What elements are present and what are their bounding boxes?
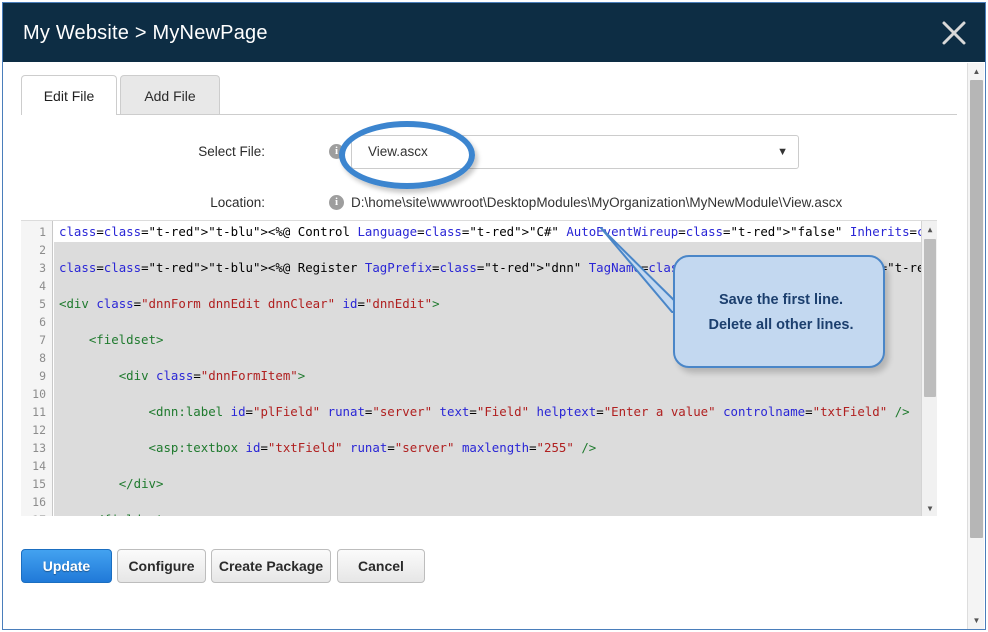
editor-code-line: <fieldset> (59, 331, 163, 349)
screen-root: My Website > MyNewPage Edit File Add Fil… (0, 0, 988, 632)
editor-line-number: 15 (32, 475, 46, 493)
editor-line-number: 10 (32, 385, 46, 403)
editor-code-line: <div class="dnnForm dnnEdit dnnClear" id… (59, 295, 440, 313)
editor-line-number: 13 (32, 439, 46, 457)
configure-button[interactable]: Configure (117, 549, 206, 583)
location-info-icon[interactable]: i (329, 195, 344, 210)
select-file-info-icon[interactable]: i (329, 144, 344, 159)
breadcrumb-title: My Website > MyNewPage (23, 22, 268, 45)
page-scroll-down-arrow-icon[interactable]: ▼ (968, 612, 985, 629)
editor-gutter: 1234567891011121314151617 (21, 221, 53, 516)
editor-code-line: <div class="dnnFormItem"> (59, 367, 305, 385)
update-button[interactable]: Update (21, 549, 112, 583)
location-path: D:\home\site\wwwroot\DesktopModules\MyOr… (351, 195, 842, 210)
editor-line-number: 17 (32, 511, 46, 516)
code-editor[interactable]: 1234567891011121314151617 class=class="t… (21, 220, 937, 516)
tab-edit-file-label: Edit File (44, 88, 95, 104)
create-package-button[interactable]: Create Package (211, 549, 331, 583)
editor-line-number: 4 (39, 277, 46, 295)
tabstrip-divider (21, 114, 957, 115)
close-icon[interactable] (937, 16, 971, 50)
editor-scroll-thumb[interactable] (924, 239, 936, 397)
editor-code-line: class=class="t-red">"t-blu"><%@ Register… (59, 259, 937, 277)
editor-line-number: 11 (32, 403, 46, 421)
edit-file-modal: My Website > MyNewPage Edit File Add Fil… (2, 2, 986, 630)
update-button-label: Update (43, 558, 90, 574)
editor-scroll-up-arrow-icon[interactable]: ▲ (922, 221, 937, 238)
page-scrollbar[interactable]: ▲ ▼ (967, 63, 984, 629)
tab-add-file-label: Add File (144, 88, 195, 104)
select-file-value: View.ascx (368, 144, 428, 159)
editor-line-number: 8 (39, 349, 46, 367)
editor-line-number: 1 (39, 223, 46, 241)
editor-line-number: 6 (39, 313, 46, 331)
editor-line-number: 3 (39, 259, 46, 277)
editor-line-number: 5 (39, 295, 46, 313)
editor-line-number: 2 (39, 241, 46, 259)
editor-line-number: 14 (32, 457, 46, 475)
select-file-label: Select File: (193, 144, 265, 159)
modal-titlebar: My Website > MyNewPage (3, 3, 985, 62)
configure-button-label: Configure (128, 558, 194, 574)
editor-line-number: 9 (39, 367, 46, 385)
editor-scrollbar[interactable]: ▲ ▼ (921, 221, 937, 516)
tabstrip: Edit File Add File (21, 75, 957, 115)
page-scroll-up-arrow-icon[interactable]: ▲ (968, 63, 985, 80)
location-label: Location: (193, 195, 265, 210)
editor-code-line: </div> (59, 475, 163, 493)
modal-body: Edit File Add File Select File: i View.a… (3, 62, 985, 630)
editor-line-number: 7 (39, 331, 46, 349)
tab-edit-file[interactable]: Edit File (21, 75, 117, 115)
chevron-down-icon: ▼ (777, 148, 788, 157)
editor-code-line: </fieldset> (59, 511, 171, 516)
editor-code-pane[interactable]: class=class="t-red">"t-blu"><%@ Control … (54, 221, 937, 516)
tab-add-file[interactable]: Add File (120, 75, 220, 115)
editor-code-line: class=class="t-red">"t-blu"><%@ Control … (59, 223, 937, 241)
create-package-button-label: Create Package (219, 558, 323, 574)
editor-code-line: <asp:textbox id="txtField" runat="server… (59, 439, 596, 457)
cancel-button-label: Cancel (358, 558, 404, 574)
select-file-dropdown[interactable]: View.ascx ▼ (351, 135, 799, 169)
page-scroll-thumb[interactable] (970, 80, 983, 538)
editor-line-number: 12 (32, 421, 46, 439)
cancel-button[interactable]: Cancel (337, 549, 425, 583)
editor-code-line: <dnn:label id="plField" runat="server" t… (59, 403, 910, 421)
editor-scroll-down-arrow-icon[interactable]: ▼ (922, 500, 937, 516)
editor-line-number: 16 (32, 493, 46, 511)
